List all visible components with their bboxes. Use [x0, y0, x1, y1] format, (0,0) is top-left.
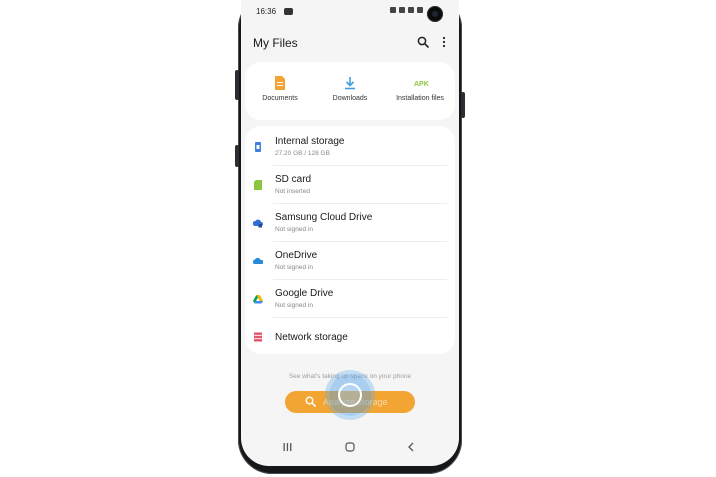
- storage-detail: 27.20 GB / 128 GB: [275, 150, 330, 157]
- storage-detail: Not signed in: [275, 226, 313, 233]
- status-bar: 16:36: [241, 0, 459, 22]
- more-vert-icon[interactable]: [441, 36, 447, 48]
- google-drive-icon: [253, 295, 263, 304]
- back-icon[interactable]: [407, 442, 415, 452]
- storage-item-google-drive[interactable]: Google Drive Not signed in: [245, 280, 455, 318]
- category-documents[interactable]: Documents: [245, 62, 315, 120]
- notification-icon: [284, 8, 293, 15]
- storage-item-samsung-cloud[interactable]: Samsung Cloud Drive Not signed in: [245, 204, 455, 242]
- samsung-cloud-icon: [253, 219, 263, 228]
- page-title: My Files: [253, 36, 298, 50]
- category-installation-files[interactable]: APK Installation files: [385, 62, 455, 120]
- storage-item-onedrive[interactable]: OneDrive Not signed in: [245, 242, 455, 280]
- power-button: [461, 92, 465, 118]
- phone-screen: 16:36 My Files Documents Downloads APK I…: [241, 0, 459, 466]
- status-icons: [390, 7, 423, 13]
- sd-card-icon: [254, 180, 262, 190]
- bixby-button: [235, 145, 239, 167]
- document-icon: [275, 76, 285, 90]
- wifi-icon: [399, 7, 405, 13]
- storage-detail: Not signed in: [275, 302, 313, 309]
- network-storage-icon: [254, 332, 262, 342]
- category-label: Installation files: [396, 95, 444, 102]
- app-bar: My Files: [241, 28, 459, 56]
- signal-icon: [408, 7, 414, 13]
- front-camera: [427, 6, 443, 22]
- onedrive-icon: [253, 257, 263, 264]
- search-icon[interactable]: [417, 36, 429, 48]
- storage-detail: Not inserted: [275, 188, 311, 195]
- storage-name: SD card: [275, 174, 312, 185]
- category-downloads[interactable]: Downloads: [315, 62, 385, 120]
- touch-indicator: [329, 374, 371, 416]
- storage-list: Internal storage 27.20 GB / 128 GB SD ca…: [245, 126, 455, 354]
- category-label: Documents: [262, 95, 298, 102]
- download-icon: [345, 77, 355, 90]
- status-time: 16:36: [256, 7, 277, 16]
- storage-name: Google Drive: [275, 288, 334, 299]
- navigation-bar: [241, 438, 459, 458]
- phone-storage-icon: [255, 142, 261, 152]
- storage-name: Samsung Cloud Drive: [275, 212, 373, 223]
- storage-name: OneDrive: [275, 250, 318, 261]
- home-icon[interactable]: [345, 442, 355, 452]
- storage-item-sd-card[interactable]: SD card Not inserted: [245, 166, 455, 204]
- storage-name: Internal storage: [275, 136, 345, 147]
- mute-icon: [390, 7, 396, 13]
- category-card: Documents Downloads APK Installation fil…: [245, 62, 455, 120]
- storage-item-network[interactable]: Network storage: [245, 318, 455, 356]
- apk-icon: APK: [414, 81, 429, 88]
- storage-detail: Not signed in: [275, 264, 313, 271]
- category-label: Downloads: [332, 95, 368, 102]
- svg-text:APK: APK: [414, 81, 429, 88]
- analyze-icon: [305, 396, 316, 407]
- battery-icon: [417, 7, 423, 13]
- volume-button: [235, 70, 239, 100]
- storage-name: Network storage: [275, 332, 348, 343]
- recents-icon[interactable]: [283, 442, 292, 452]
- storage-item-internal[interactable]: Internal storage 27.20 GB / 128 GB: [245, 128, 455, 166]
